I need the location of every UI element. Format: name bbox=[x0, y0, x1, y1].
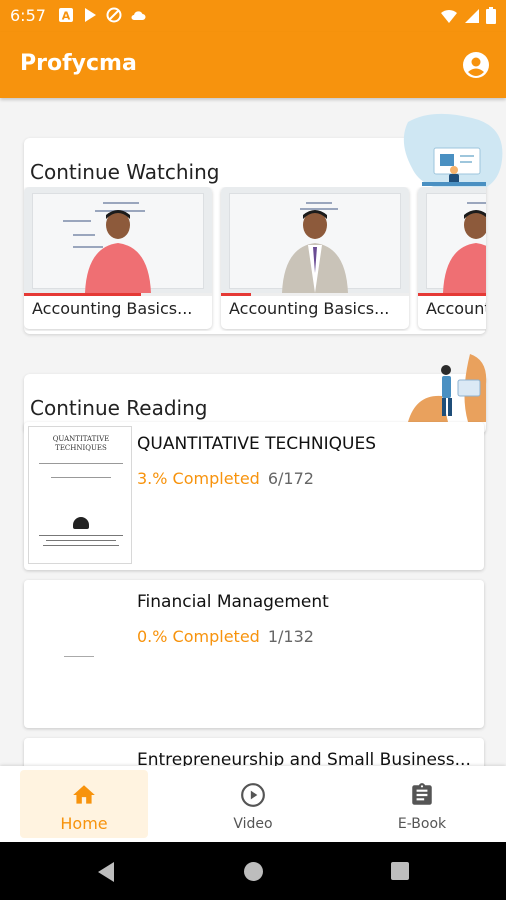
back-icon[interactable] bbox=[96, 861, 116, 883]
svg-text:A: A bbox=[62, 10, 71, 23]
status-system-icons bbox=[440, 7, 496, 24]
book-pages: 6/172 bbox=[267, 469, 314, 488]
book-title: QUANTITATIVE TECHNIQUES bbox=[137, 434, 376, 454]
book-progress: 0.% Completed 1/132 bbox=[137, 627, 314, 646]
wifi-icon bbox=[441, 9, 457, 23]
book-card[interactable]: QUANTITATIVE TECHNIQUES QUANTITATIVE TEC… bbox=[24, 422, 484, 570]
play-circle-icon bbox=[241, 783, 265, 807]
instructor-figure bbox=[85, 210, 151, 293]
status-time: 6:57 bbox=[10, 6, 46, 25]
cover-title: QUANTITATIVE TECHNIQUES bbox=[52, 435, 110, 452]
video-progress bbox=[221, 293, 252, 296]
nav-home-label: Home bbox=[60, 814, 108, 833]
video-thumbnail bbox=[221, 187, 409, 293]
continue-watching-carousel[interactable]: Accounting Basics... Accounting Basics..… bbox=[24, 187, 486, 331]
video-card[interactable]: Accounting Basics... bbox=[24, 187, 212, 329]
book-progress: 3.% Completed 6/172 bbox=[137, 469, 314, 488]
nav-home[interactable]: Home bbox=[20, 770, 148, 838]
book-cover bbox=[28, 584, 132, 722]
book-card[interactable]: Financial Management 0.% Completed 1/132 bbox=[24, 580, 484, 728]
video-title: Accounting Basics... bbox=[426, 299, 486, 318]
book-completed: 0.% Completed bbox=[137, 627, 260, 646]
reading-illustration bbox=[408, 354, 487, 422]
status-notification-icons: A bbox=[58, 7, 146, 23]
video-card[interactable]: Accounting Basics... bbox=[221, 187, 409, 329]
status-bar: 6:57 A bbox=[0, 0, 506, 32]
no-data-icon bbox=[106, 7, 122, 23]
video-card[interactable]: Accounting Basics... bbox=[418, 187, 486, 329]
system-navigation-bar bbox=[0, 842, 506, 900]
nav-ebook-label: E-Book bbox=[397, 816, 447, 832]
book-title: Financial Management bbox=[137, 592, 329, 612]
nav-video-label: Video bbox=[233, 816, 273, 832]
nav-ebook[interactable]: E-Book bbox=[358, 770, 486, 838]
a-icon: A bbox=[59, 8, 73, 23]
app-title: Profycma bbox=[20, 51, 137, 76]
video-thumbnail bbox=[418, 187, 486, 293]
university-emblem bbox=[73, 517, 89, 529]
signal-icon bbox=[465, 8, 479, 23]
bottom-navigation: Home Video E-Book bbox=[0, 766, 506, 842]
home-icon bbox=[73, 785, 95, 804]
video-progress bbox=[418, 293, 486, 296]
video-title: Accounting Basics... bbox=[229, 299, 390, 318]
play-store-icon bbox=[85, 8, 96, 22]
book-completed: 3.% Completed bbox=[137, 469, 260, 488]
nav-video[interactable]: Video bbox=[189, 770, 317, 838]
video-thumbnail bbox=[24, 187, 212, 293]
app-bar: Profycma bbox=[0, 32, 506, 98]
video-title: Accounting Basics... bbox=[32, 299, 193, 318]
video-progress bbox=[24, 293, 141, 296]
clipboard-icon bbox=[412, 783, 432, 805]
continue-reading-title: Continue Reading bbox=[30, 396, 208, 420]
home-button-icon[interactable] bbox=[243, 861, 264, 882]
battery-icon bbox=[486, 7, 496, 24]
continue-watching-title: Continue Watching bbox=[30, 160, 220, 184]
instructor-figure bbox=[443, 210, 486, 293]
account-circle-icon[interactable] bbox=[462, 51, 490, 79]
book-pages: 1/132 bbox=[267, 627, 314, 646]
book-cover: QUANTITATIVE TECHNIQUES bbox=[28, 426, 132, 564]
recents-icon[interactable] bbox=[390, 861, 410, 881]
cloud-icon bbox=[131, 11, 146, 20]
instructor-figure bbox=[282, 210, 348, 293]
